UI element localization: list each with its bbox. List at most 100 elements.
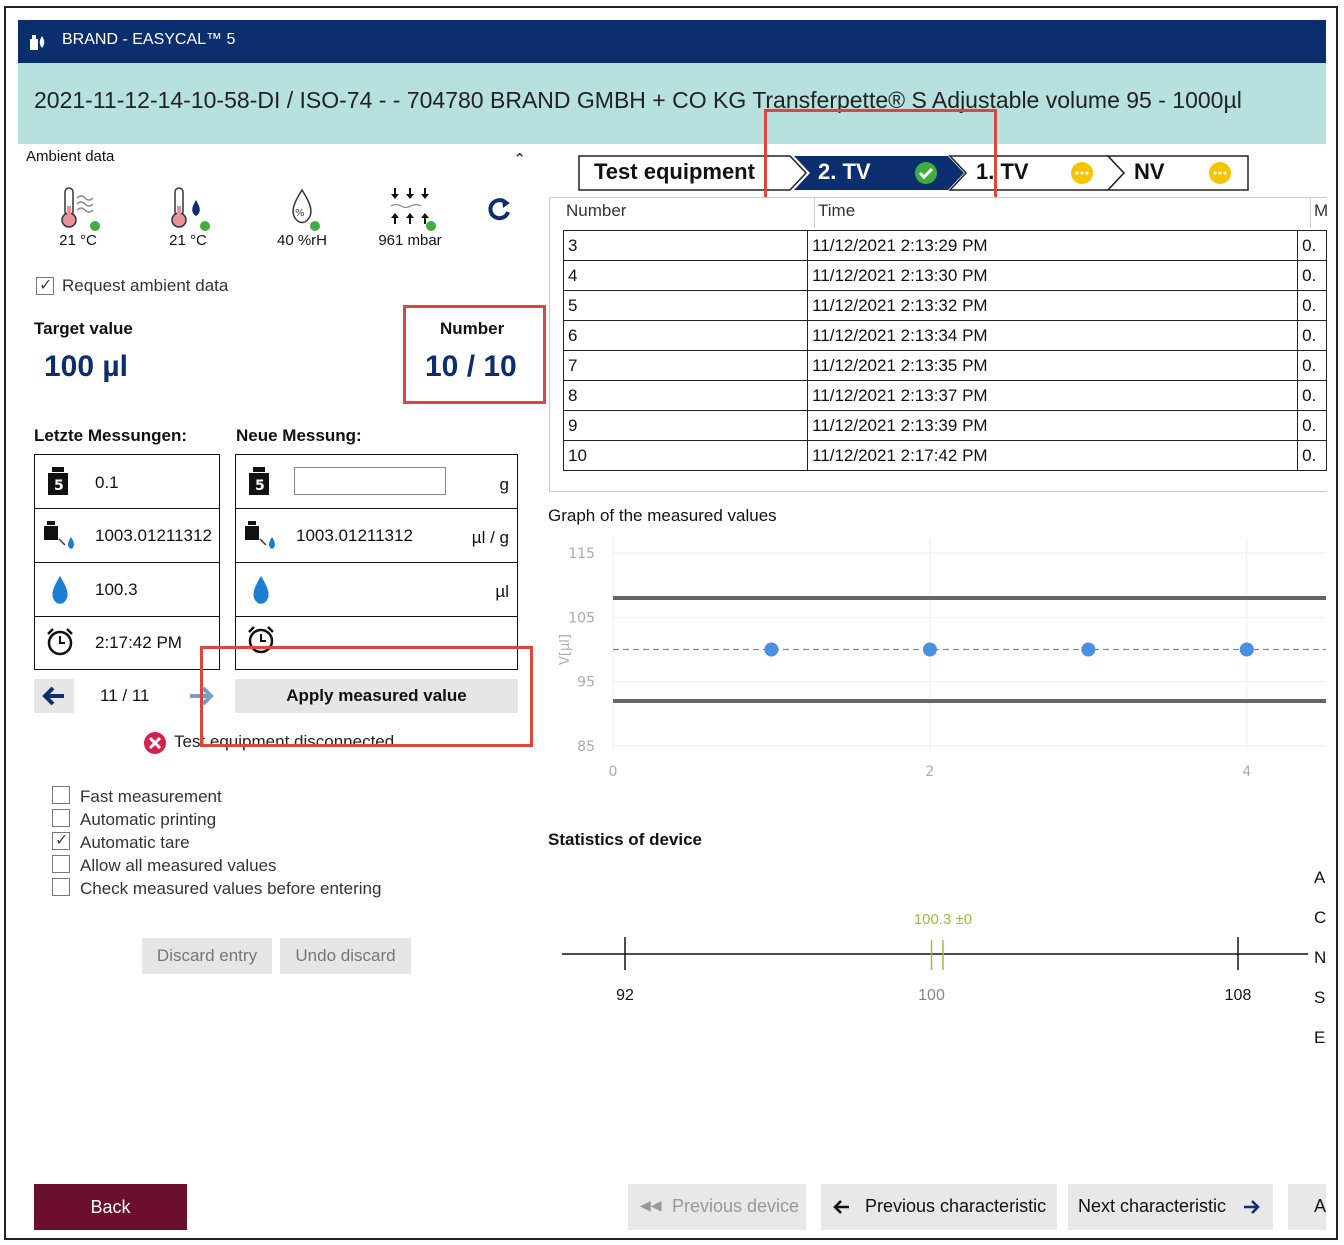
weight-icon: 5 <box>48 467 68 495</box>
pressure-value: 961 mbar <box>378 232 442 249</box>
col-header-m[interactable]: M <box>1314 201 1327 221</box>
cell-number: 6 <box>562 320 809 351</box>
cell-m: 0. <box>1297 230 1327 261</box>
previous-characteristic-label: Previous characteristic <box>865 1196 1047 1216</box>
x-tick-label: 4 <box>1242 764 1251 780</box>
arrow-left-icon <box>833 1200 849 1214</box>
table-row[interactable]: 6 11/12/2021 2:13:34 PM 0. <box>562 320 1327 351</box>
cell-m: 0. <box>1297 320 1327 351</box>
new-weight-input[interactable] <box>294 467 446 495</box>
arrow-right-icon <box>1244 1200 1260 1214</box>
humidity-value: 40 %rH <box>276 232 328 249</box>
cell-m: 0. <box>1297 290 1327 321</box>
y-tick-label: 105 <box>568 610 595 626</box>
target-value: 100 µl <box>44 350 129 383</box>
request-ambient-checkbox[interactable] <box>36 275 54 295</box>
table-row[interactable]: 4 11/12/2021 2:13:30 PM 0. <box>562 260 1327 291</box>
pager-value: 11 / 11 <box>100 686 150 705</box>
ambient-temperature-air: 21 °C <box>40 186 116 249</box>
y-tick-label: 115 <box>568 546 595 562</box>
droplet-icon <box>253 576 269 604</box>
next-characteristic-label: Next characteristic <box>1078 1196 1227 1216</box>
back-button[interactable]: Back <box>34 1184 187 1230</box>
last-measurements-title: Letzte Messungen: <box>34 426 188 445</box>
new-measurement-grid: 5 g 1003.01211312 µl / g µl <box>235 454 518 670</box>
cell-m: 0. <box>1297 410 1327 441</box>
last-weight-row: 5 0.1 <box>35 455 219 509</box>
cell-number: 5 <box>562 290 809 321</box>
pressure-icon <box>390 188 436 231</box>
previous-measurement-button[interactable] <box>34 679 74 713</box>
y-tick-label: 85 <box>577 739 595 755</box>
weight-icon: 5 <box>249 467 269 495</box>
stats-letter-e: E <box>1314 1028 1326 1047</box>
last-factor-row: 1003.01211312 <box>35 509 219 563</box>
last-volume-row: 100.3 <box>35 563 219 617</box>
cell-number: 8 <box>562 380 809 411</box>
cell-time: 11/12/2021 2:13:29 PM <box>807 230 1299 261</box>
col-header-number[interactable]: Number <box>566 201 626 221</box>
measurements-table-panel: Number Time M 3 11/12/2021 2:13:29 PM 0. 4… <box>549 197 1327 492</box>
x-tick-label: 2 <box>925 764 934 780</box>
last-time-value: 2:17:42 PM <box>95 633 182 652</box>
cell-number: 10 <box>562 440 809 471</box>
table-row[interactable]: 9 11/12/2021 2:13:39 PM 0. <box>562 410 1327 441</box>
check-values-checkbox[interactable] <box>52 878 70 896</box>
discard-entry-button[interactable]: Discard entry <box>142 938 272 974</box>
cell-time: 11/12/2021 2:13:30 PM <box>807 260 1299 291</box>
mean-label: 100.3 ±0 <box>914 911 972 928</box>
stats-letter-c: C <box>1314 908 1327 927</box>
table-row[interactable]: 8 11/12/2021 2:13:37 PM 0. <box>562 380 1327 411</box>
stats-letter-n: N <box>1314 948 1327 967</box>
cell-time: 11/12/2021 2:13:39 PM <box>807 410 1299 441</box>
new-measurement-title: Neue Messung: <box>236 426 362 445</box>
check-values-label: Check measured values before entering <box>80 879 382 898</box>
col-header-time[interactable]: Time <box>818 201 855 221</box>
cell-number: 3 <box>562 230 809 261</box>
last-time-row: 2:17:42 PM <box>35 617 219 669</box>
table-row[interactable]: 10 11/12/2021 2:17:42 PM 0. <box>562 440 1327 471</box>
window-title: BRAND - EASYCAL™ 5 <box>62 31 236 48</box>
accept-button[interactable]: A <box>1288 1184 1326 1230</box>
last-measurements-grid: 5 0.1 1003.01211312 100.3 2:17:42 PM <box>34 454 220 670</box>
chevron-up-icon[interactable]: ⌃ <box>513 150 526 168</box>
temp-water-value: 21 °C <box>169 232 207 249</box>
last-volume-value: 100.3 <box>95 580 138 599</box>
conversion-factor-icon <box>245 521 275 549</box>
table-row[interactable]: 7 11/12/2021 2:13:35 PM 0. <box>562 350 1327 381</box>
cell-number: 4 <box>562 260 809 291</box>
scale-tick-label: 92 <box>616 987 634 1004</box>
ambient-section-header[interactable]: Ambient data ⌃ <box>26 148 534 174</box>
automatic-printing-checkbox[interactable] <box>52 809 70 827</box>
new-factor-row: 1003.01211312 µl / g <box>236 509 517 563</box>
ambient-title: Ambient data <box>26 148 115 165</box>
refresh-icon[interactable] <box>484 194 514 224</box>
cell-m: 0. <box>1297 440 1327 471</box>
last-weight-value: 0.1 <box>95 473 119 492</box>
app-logo-icon <box>30 35 45 50</box>
previous-characteristic-button[interactable]: Previous characteristic <box>821 1184 1057 1230</box>
next-characteristic-button[interactable]: Next characteristic <box>1068 1184 1273 1230</box>
fast-measurement-checkbox[interactable] <box>52 786 70 804</box>
automatic-tare-checkbox[interactable] <box>52 830 70 850</box>
cell-time: 11/12/2021 2:13:32 PM <box>807 290 1299 321</box>
humidity-icon: % <box>292 188 320 231</box>
double-left-icon: ◀◀ <box>640 1197 662 1213</box>
undo-discard-button[interactable]: Undo discard <box>280 938 411 974</box>
measurements-table: 3 11/12/2021 2:13:29 PM 0. 4 11/12/2021 2:1… <box>562 230 1327 471</box>
previous-device-button[interactable]: ◀◀ Previous device <box>628 1184 806 1230</box>
thermometer-water-icon <box>171 187 210 231</box>
cell-time: 11/12/2021 2:13:35 PM <box>807 350 1299 381</box>
table-row[interactable]: 5 11/12/2021 2:13:32 PM 0. <box>562 290 1327 321</box>
ambient-humidity: % 40 %rH <box>262 186 342 249</box>
highlight-number <box>403 305 546 404</box>
ambient-pressure: 961 mbar <box>366 186 454 249</box>
highlight-apply <box>200 646 533 747</box>
table-row[interactable]: 3 11/12/2021 2:13:29 PM 0. <box>562 230 1327 261</box>
cell-m: 0. <box>1297 260 1327 291</box>
y-axis-label: V[µl] <box>558 634 573 665</box>
allow-all-values-checkbox[interactable] <box>52 855 70 873</box>
step-test-equipment[interactable]: Test equipment <box>594 159 755 195</box>
calibration-info: 2021-11-12-14-10-58-DI / ISO-74 - - 7047… <box>34 87 1242 113</box>
step-nv[interactable]: NV <box>1134 159 1165 195</box>
